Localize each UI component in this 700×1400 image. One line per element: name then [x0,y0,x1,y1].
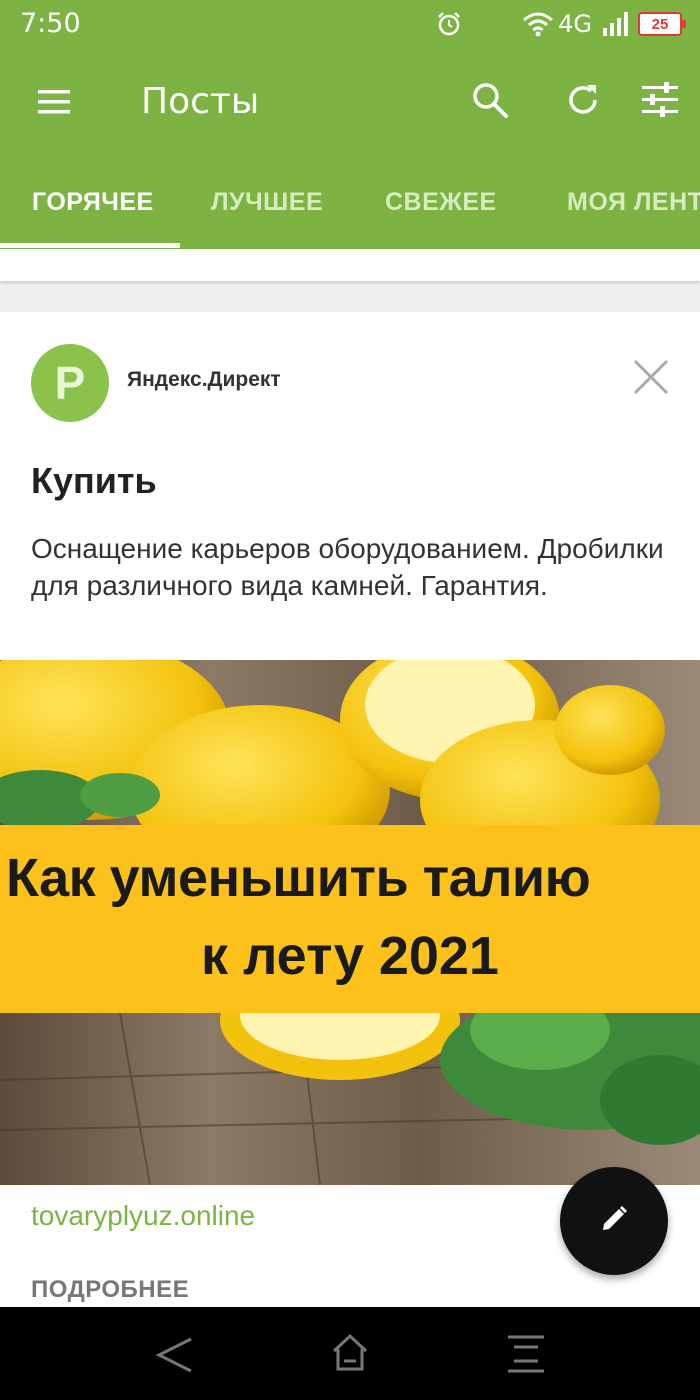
tab-bar: ГОРЯЧЕЕ ЛУЧШЕЕ СВЕЖЕЕ МОЯ ЛЕНТА [0,154,700,249]
network-type: 4G [558,10,592,38]
refresh-icon[interactable] [563,80,603,125]
status-icons: 4G 25 [436,10,686,38]
banner-line-2: к лету 2021 [201,926,499,986]
pencil-icon [599,1204,629,1239]
tab-my-feed[interactable]: МОЯ ЛЕНТА [567,188,700,217]
signal-icon [602,12,628,36]
home-icon[interactable] [331,1333,369,1378]
close-icon[interactable] [632,358,670,401]
back-icon[interactable] [155,1335,195,1380]
banner-line-1: Как уменьшить талию [6,848,591,908]
ad-description: Оснащение карьеров оборудованием. Дробил… [31,533,664,601]
alarm-icon [436,11,462,37]
more-button[interactable]: ПОДРОБНЕЕ [31,1276,189,1304]
menu-icon[interactable] [36,88,72,116]
avatar: P [31,344,109,422]
recent-apps-icon[interactable] [506,1334,546,1379]
previous-post-edge [0,249,700,281]
ad-title: Купить [31,460,157,501]
status-time: 7:50 [20,8,81,39]
page-title: Посты [141,81,260,122]
ad-image-banner: Как уменьшить талию к лету 2021 [0,825,700,1013]
ad-image[interactable]: Как уменьшить талию к лету 2021 [0,660,700,1185]
tab-fresh[interactable]: СВЕЖЕЕ [385,188,497,217]
ad-source: Яндекс.Директ [127,368,281,391]
status-bar: 7:50 4G 25 [0,0,700,50]
ad-card[interactable]: P Яндекс.Директ Купить Оснащение карьеро… [0,312,700,1307]
wifi-icon [522,11,554,37]
tab-best[interactable]: ЛУЧШЕЕ [211,188,323,217]
battery-icon: 25 [638,12,686,36]
tab-hot[interactable]: ГОРЯЧЕЕ [32,188,154,217]
tab-indicator [0,243,180,248]
compose-button[interactable] [560,1167,668,1275]
system-nav-bar [0,1307,700,1400]
filter-icon[interactable] [640,82,680,123]
ad-domain-link[interactable]: tovaryplyuz.online [31,1200,255,1232]
search-icon[interactable] [470,80,510,125]
app-bar: Посты [0,50,700,154]
